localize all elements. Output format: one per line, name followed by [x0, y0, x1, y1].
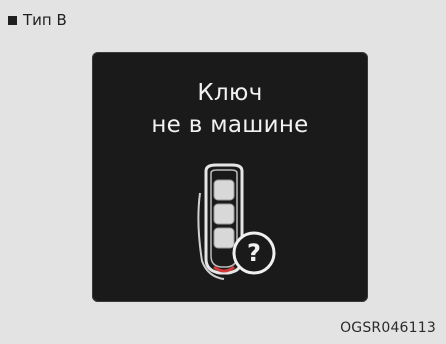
- message-line-1: Ключ: [197, 80, 263, 106]
- message-line-2: не в машине: [151, 112, 309, 138]
- key-not-in-vehicle-graphic: ?: [197, 163, 276, 280]
- figure-code: OGSR046113: [340, 320, 436, 336]
- figure: Тип B Ключ не в машине ? OGSR046113: [0, 0, 446, 344]
- square-bullet-icon: [8, 15, 17, 25]
- header-label: Тип B: [23, 11, 67, 29]
- svg-text:?: ?: [247, 239, 261, 267]
- question-mark-icon: ?: [232, 231, 276, 275]
- figure-header: Тип B: [8, 10, 67, 30]
- cluster-display: Ключ не в машине ?: [92, 52, 368, 302]
